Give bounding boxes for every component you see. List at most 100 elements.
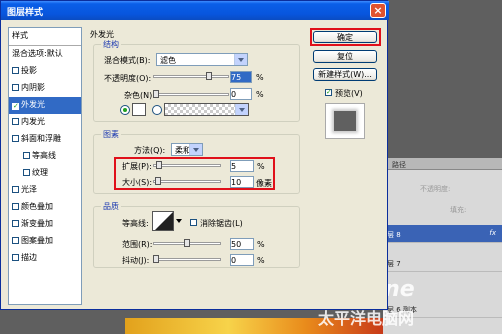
reset-button[interactable]: 复位: [313, 50, 377, 63]
spread-input[interactable]: 5: [230, 160, 254, 172]
style-checkbox[interactable]: [12, 67, 19, 74]
style-list-header[interactable]: 样式: [9, 28, 81, 46]
glow-color-swatch[interactable]: [132, 103, 146, 116]
style-checkbox[interactable]: [12, 237, 19, 244]
style-list-item-label: 图案叠加: [21, 236, 53, 245]
contour-curve-icon: [155, 212, 173, 230]
style-checkbox[interactable]: [23, 152, 30, 159]
opacity-label: 不透明度(O):: [104, 74, 152, 83]
style-checkbox[interactable]: [12, 118, 19, 125]
style-preview: [325, 103, 365, 139]
style-list-item-label: 混合选项:默认: [12, 49, 63, 58]
antialias-checkbox[interactable]: [190, 219, 197, 226]
dialog-title: 图层样式: [7, 8, 44, 18]
ok-button[interactable]: 确定: [313, 31, 377, 43]
style-checkbox[interactable]: [12, 186, 19, 193]
contour-picker[interactable]: [152, 211, 174, 231]
noise-slider-thumb[interactable]: [153, 90, 159, 98]
style-checkbox[interactable]: [12, 254, 19, 261]
spread-label: 扩展(P):: [122, 162, 152, 171]
quality-group-title: 品质: [101, 201, 121, 212]
opacity-slider[interactable]: [153, 75, 229, 78]
spread-slider[interactable]: [153, 164, 221, 167]
size-slider-thumb[interactable]: [155, 177, 162, 185]
opacity-unit: %: [256, 73, 264, 82]
jitter-label: 抖动(J):: [122, 256, 150, 265]
method-label: 方法(Q):: [134, 146, 166, 155]
layer-style-dialog: 图层样式 × 样式 混合选项:默认投影内阴影 ✓ 外发光内发光斜面和浮雕等高线纹理光…: [0, 0, 389, 310]
chevron-down-icon: [234, 54, 247, 65]
noise-unit: %: [256, 90, 264, 99]
tab-paths[interactable]: 路径: [392, 160, 406, 170]
jitter-input[interactable]: 0: [230, 254, 254, 266]
style-list-item[interactable]: 内阴影: [9, 80, 81, 97]
style-list: 样式 混合选项:默认投影内阴影 ✓ 外发光内发光斜面和浮雕等高线纹理光泽 颜色叠加渐变…: [8, 27, 82, 305]
style-list-item-label: 内阴影: [21, 83, 45, 92]
style-list-item-label: 描边: [21, 253, 37, 262]
blend-mode-label: 混合模式(B):: [104, 56, 151, 65]
style-checkbox[interactable]: [12, 220, 19, 227]
antialias-label: 消除锯齿(L): [200, 219, 243, 228]
fx-icon: fx: [489, 229, 496, 237]
new-style-button[interactable]: 新建样式(W)...: [313, 68, 377, 81]
jitter-slider-thumb[interactable]: [153, 255, 159, 263]
layer-fill-label: 填充:: [450, 206, 467, 214]
layer-name: 层 8: [387, 231, 401, 239]
layer-name: 层 7: [387, 260, 401, 268]
preview-label: 预览(V): [335, 89, 363, 98]
range-input[interactable]: 50: [230, 238, 254, 250]
structure-group-title: 结构: [101, 39, 121, 50]
opacity-slider-thumb[interactable]: [205, 72, 212, 80]
style-list-item[interactable]: 纹理: [9, 165, 81, 182]
close-button[interactable]: ×: [370, 3, 386, 18]
contour-label: 等高线:: [122, 219, 149, 228]
preview-checkbox[interactable]: ✓: [325, 89, 332, 96]
gradient-radio[interactable]: [152, 105, 162, 115]
style-checkbox[interactable]: [23, 169, 30, 176]
style-list-item[interactable]: 混合选项:默认: [9, 46, 81, 63]
style-list-item-label: 渐变叠加: [21, 219, 53, 228]
style-checkbox[interactable]: [12, 84, 19, 91]
spread-slider-thumb[interactable]: [156, 161, 163, 169]
layer-opacity-label: 不透明度:: [420, 185, 451, 193]
size-slider[interactable]: [153, 180, 221, 183]
color-radio[interactable]: [120, 105, 130, 115]
style-list-item[interactable]: 等高线: [9, 148, 81, 165]
style-list-item-label: 纹理: [32, 168, 48, 177]
method-select[interactable]: 柔和: [171, 143, 203, 156]
style-checkbox[interactable]: ✓: [12, 103, 19, 110]
style-list-item[interactable]: 渐变叠加: [9, 216, 81, 233]
style-list-item-label: 斜面和浮雕: [21, 134, 61, 143]
opacity-input[interactable]: 75: [230, 71, 252, 83]
style-list-item[interactable]: 内发光: [9, 114, 81, 131]
style-list-item-label: 投影: [21, 66, 37, 75]
style-checkbox[interactable]: [12, 135, 19, 142]
spread-unit: %: [257, 162, 265, 171]
jitter-slider[interactable]: [153, 258, 221, 261]
title-bar[interactable]: [1, 1, 389, 20]
layer-row[interactable]: 层 7: [383, 254, 502, 272]
style-list-item[interactable]: 斜面和浮雕: [9, 131, 81, 148]
style-list-item[interactable]: 描边: [9, 250, 81, 267]
style-list-item[interactable]: ✓ 外发光: [9, 97, 81, 114]
jitter-unit: %: [257, 256, 265, 265]
glow-gradient-swatch[interactable]: [164, 103, 249, 116]
style-list-item-label: 等高线: [32, 151, 56, 160]
style-list-item[interactable]: 光泽: [9, 182, 81, 199]
noise-slider[interactable]: [153, 93, 229, 96]
style-list-item[interactable]: 颜色叠加: [9, 199, 81, 216]
style-list-item-label: 内发光: [21, 117, 45, 126]
style-checkbox[interactable]: [12, 203, 19, 210]
layer-row[interactable]: 层 8 fx: [383, 225, 502, 243]
range-unit: %: [257, 240, 265, 249]
close-icon: ×: [373, 4, 383, 17]
style-list-item[interactable]: 图案叠加: [9, 233, 81, 250]
range-label: 范围(R):: [122, 240, 153, 249]
range-slider-thumb[interactable]: [184, 239, 190, 247]
chevron-down-icon: [189, 144, 202, 155]
size-input[interactable]: 10: [230, 176, 254, 188]
style-list-item[interactable]: 投影: [9, 63, 81, 80]
blend-mode-select[interactable]: 滤色: [156, 53, 248, 66]
noise-input[interactable]: 0: [230, 88, 252, 100]
contour-dropdown[interactable]: [175, 213, 183, 229]
